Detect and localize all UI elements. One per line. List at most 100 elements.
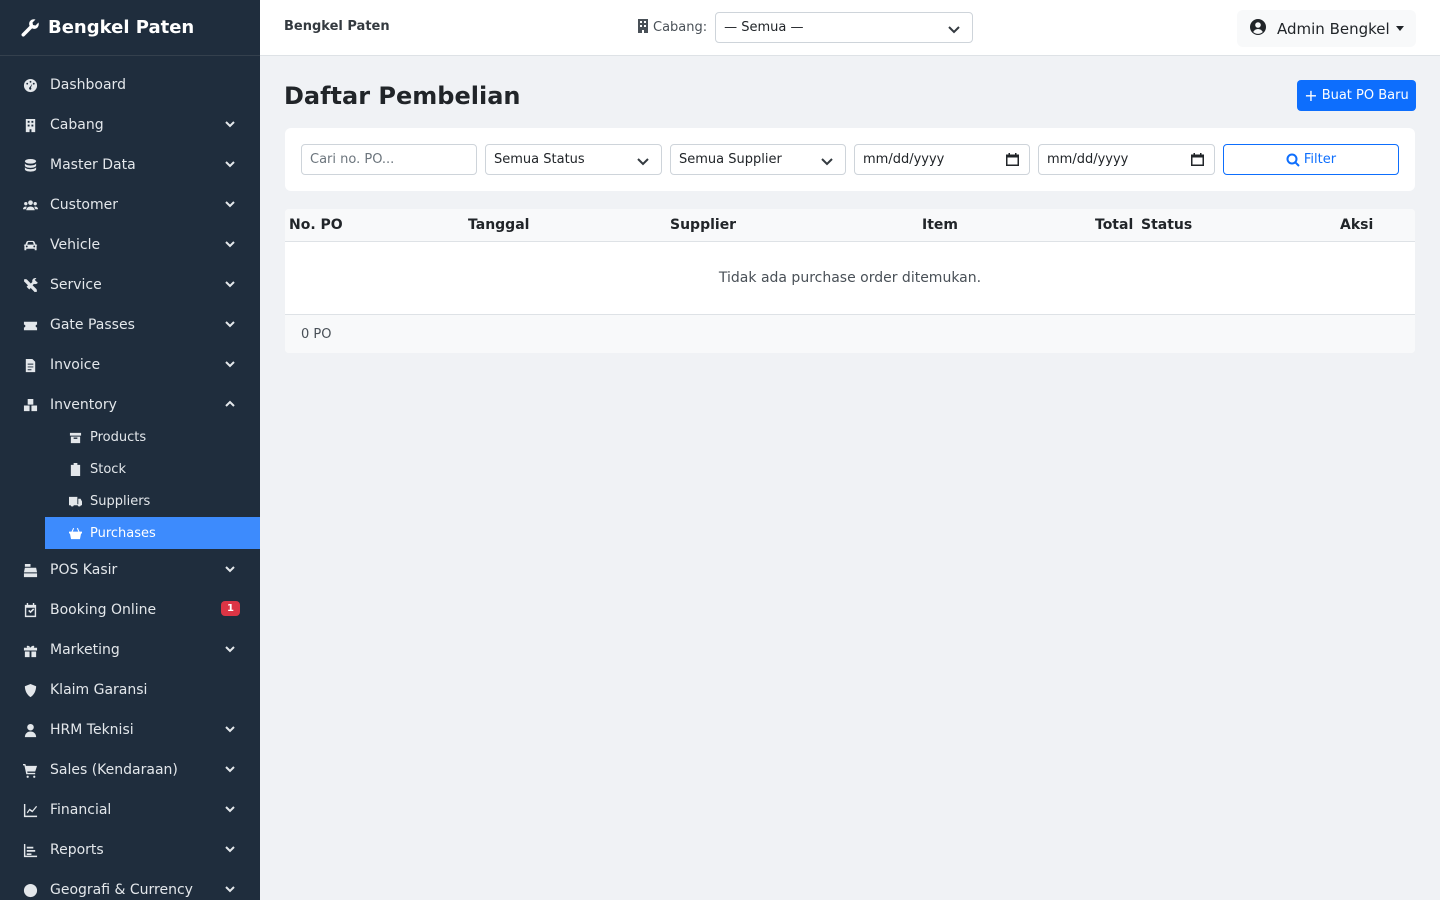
branch-select[interactable]: — Semua — xyxy=(715,12,974,43)
shield-icon xyxy=(22,682,38,698)
user-menu-button[interactable]: Admin Bengkel xyxy=(1237,10,1416,47)
filter-button[interactable]: Filter xyxy=(1223,144,1399,175)
branch-label: Cabang: xyxy=(653,20,708,35)
car-icon xyxy=(22,237,38,253)
chart-bar-icon xyxy=(22,842,38,858)
sidebar-subitem-stock[interactable]: Stock xyxy=(0,453,260,485)
sidebar-item-label: Master Data xyxy=(50,157,136,173)
filter-button-label: Filter xyxy=(1303,152,1337,167)
branch-select-value: — Semua — xyxy=(724,20,804,35)
user-name: Admin Bengkel xyxy=(1277,19,1390,38)
date-to-input[interactable]: mm/dd/yyyy xyxy=(1038,144,1215,175)
database-icon xyxy=(22,157,38,173)
sidebar-item-marketing[interactable]: Marketing xyxy=(0,630,260,670)
wrench-icon xyxy=(21,18,39,37)
calendar-icon[interactable] xyxy=(1006,153,1019,170)
column-header: No. PO xyxy=(289,217,343,233)
chevron-down-icon xyxy=(637,155,649,170)
sidebar-item-geografi-currency[interactable]: Geografi & Currency xyxy=(0,870,260,900)
users-icon xyxy=(22,197,38,213)
chevron-down-icon xyxy=(224,238,236,250)
supplier-select-value: Semua Supplier xyxy=(679,152,782,167)
create-po-button[interactable]: + Buat PO Baru xyxy=(1297,80,1416,111)
sidebar-subitem-products[interactable]: Products xyxy=(0,421,260,453)
column-header: Aksi xyxy=(1340,217,1374,233)
sidebar-item-hrm-teknisi[interactable]: HRM Teknisi xyxy=(0,710,260,750)
inventory-submenu: Products Stock Suppliers Purchases xyxy=(0,421,260,549)
chart-line-icon xyxy=(22,802,38,818)
sidebar-subitem-label: Suppliers xyxy=(90,493,151,509)
page-title: Daftar Pembelian xyxy=(284,82,521,110)
chevron-down-icon xyxy=(821,155,833,170)
chevron-down-icon xyxy=(224,723,236,735)
sidebar-item-customer[interactable]: Customer xyxy=(0,185,260,225)
search-icon xyxy=(1286,153,1300,167)
sidebar-item-inventory[interactable]: Inventory xyxy=(0,385,260,425)
filter-card: Cari no. PO... Semua Status Semua Suppli… xyxy=(285,128,1415,191)
basket-icon xyxy=(68,526,82,540)
chevron-down-icon xyxy=(224,198,236,210)
supplier-select[interactable]: Semua Supplier xyxy=(670,144,846,175)
chevron-down-icon xyxy=(224,278,236,290)
date-from-value: mm/dd/yyyy xyxy=(863,152,945,167)
ticket-icon xyxy=(22,317,38,333)
column-header: Tanggal xyxy=(468,217,530,233)
calendar-icon[interactable] xyxy=(1191,153,1204,170)
chevron-down-icon xyxy=(224,118,236,130)
sidebar-subitem-suppliers[interactable]: Suppliers xyxy=(0,485,260,517)
topbar: Bengkel Paten Cabang: — Semua — Admin Be… xyxy=(260,0,1440,56)
tools-icon xyxy=(22,277,38,293)
boxes-icon xyxy=(22,397,38,413)
sidebar-item-master-data[interactable]: Master Data xyxy=(0,145,260,185)
sidebar-item-invoice[interactable]: Invoice xyxy=(0,345,260,385)
sidebar-item-label: Booking Online xyxy=(50,602,157,618)
sidebar-item-label: Reports xyxy=(50,842,104,858)
sidebar-item-vehicle[interactable]: Vehicle xyxy=(0,225,260,265)
sidebar-nav-lower: POS Kasir Booking Online 1 Marketing Kla… xyxy=(0,550,260,900)
sidebar-item-booking-online[interactable]: Booking Online 1 xyxy=(0,590,260,630)
sidebar-item-financial[interactable]: Financial xyxy=(0,790,260,830)
sidebar-nav: Dashboard Cabang Master Data Customer Ve… xyxy=(0,65,260,425)
sidebar-item-label: Cabang xyxy=(50,117,104,133)
sidebar-item-label: Invoice xyxy=(50,357,101,373)
sidebar-subitem-label: Purchases xyxy=(90,525,156,541)
table-footer: 0 PO xyxy=(285,315,1415,353)
status-select[interactable]: Semua Status xyxy=(485,144,662,175)
column-header: Status xyxy=(1141,217,1193,233)
sidebar-item-klaim-garansi[interactable]: Klaim Garansi xyxy=(0,670,260,710)
sidebar-item-label: Inventory xyxy=(50,397,117,413)
search-input[interactable]: Cari no. PO... xyxy=(301,144,477,175)
sidebar-item-gate-passes[interactable]: Gate Passes xyxy=(0,305,260,345)
sidebar-item-reports[interactable]: Reports xyxy=(0,830,260,870)
table-header: No. PO Tanggal Supplier Item Total Statu… xyxy=(285,209,1415,242)
search-placeholder: Cari no. PO... xyxy=(310,152,395,167)
box-icon xyxy=(68,430,82,444)
sidebar-item-label: Klaim Garansi xyxy=(50,682,148,698)
sidebar-item-pos-kasir[interactable]: POS Kasir xyxy=(0,550,260,590)
invoice-icon xyxy=(22,357,38,373)
sidebar-item-sales-kendaraan[interactable]: Sales (Kendaraan) xyxy=(0,750,260,790)
sidebar-item-cabang[interactable]: Cabang xyxy=(0,105,260,145)
date-from-input[interactable]: mm/dd/yyyy xyxy=(854,144,1030,175)
sidebar-subitem-purchases[interactable]: Purchases xyxy=(45,517,260,549)
sidebar-item-label: Marketing xyxy=(50,642,120,658)
sidebar: Bengkel Paten Dashboard Cabang Master Da… xyxy=(0,0,260,900)
plus-icon: + xyxy=(1304,85,1318,105)
chevron-up-icon xyxy=(224,398,236,410)
building-icon xyxy=(22,117,38,133)
chevron-down-icon xyxy=(224,318,236,330)
sidebar-item-label: Geografi & Currency xyxy=(50,882,193,898)
caret-down-icon xyxy=(1396,26,1404,31)
chevron-down-icon xyxy=(224,158,236,170)
sidebar-item-label: HRM Teknisi xyxy=(50,722,134,738)
brand[interactable]: Bengkel Paten xyxy=(0,0,260,56)
sidebar-item-label: Service xyxy=(50,277,102,293)
date-to-value: mm/dd/yyyy xyxy=(1047,152,1129,167)
user-circle-icon xyxy=(1249,18,1267,40)
sidebar-item-dashboard[interactable]: Dashboard xyxy=(0,65,260,105)
chevron-down-icon xyxy=(224,883,236,895)
column-header: Supplier xyxy=(670,217,737,233)
sidebar-item-service[interactable]: Service xyxy=(0,265,260,305)
building-icon xyxy=(637,18,649,37)
calendar-check-icon xyxy=(22,602,38,618)
